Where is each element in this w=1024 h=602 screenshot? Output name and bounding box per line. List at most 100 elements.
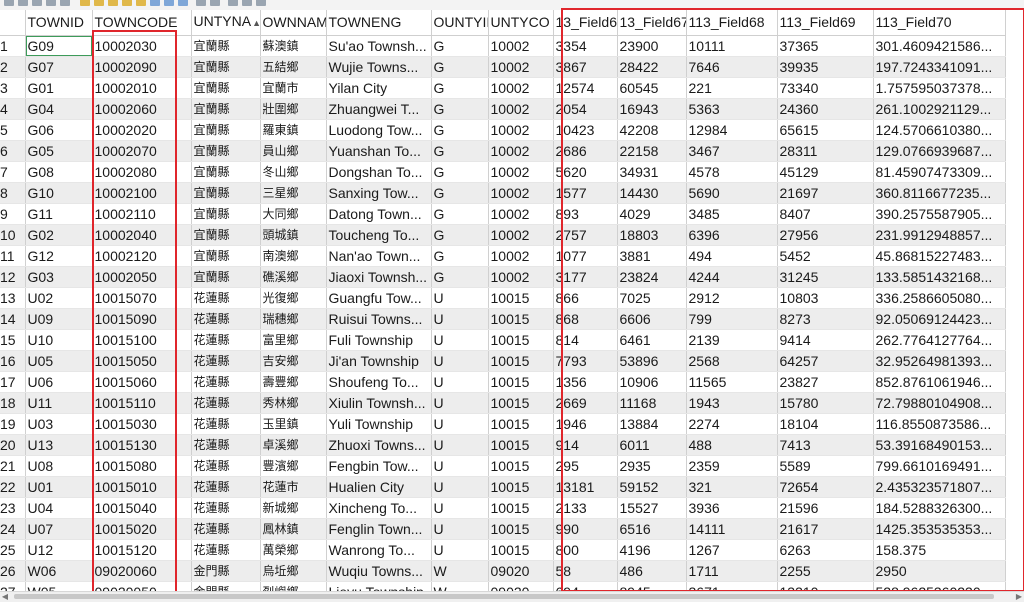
table-row[interactable]: 5 G06 10002020 宜蘭縣 羅東鎮 Luodong Tow... G 10002 10…	[0, 119, 1006, 141]
cell-f69[interactable]: 5452	[777, 245, 874, 267]
table-row[interactable]: 27W0509020050金門縣烈嶼鄉Lieyu TownshipW090206…	[0, 581, 1006, 591]
cell-countycode[interactable]: 10002	[488, 224, 554, 246]
scrollbar-thumb[interactable]	[14, 594, 994, 599]
cell-f70[interactable]: 390.2575587905...	[873, 203, 1006, 225]
cell-f69[interactable]: 15780	[777, 392, 874, 414]
cell-townname[interactable]: 萬榮鄉	[260, 539, 327, 561]
cell-f70[interactable]: 261.1002921129...	[873, 98, 1006, 120]
cell-f68[interactable]: 1711	[686, 560, 778, 582]
cell-countyid[interactable]: G	[431, 245, 489, 267]
cell-towneng[interactable]: Xiulin Townsh...	[326, 392, 432, 414]
cell-townname[interactable]: 礁溪鄉	[260, 266, 327, 288]
cell-f68[interactable]: 4578	[686, 161, 778, 183]
cell-f68[interactable]: 2568	[686, 350, 778, 372]
cell-townid[interactable]: G04	[25, 98, 93, 120]
cell-countycode[interactable]: 10015	[488, 392, 554, 414]
cell-towncode[interactable]: 10015080	[92, 455, 192, 477]
cell-f70[interactable]: 129.0766939687...	[873, 140, 1006, 162]
cell-f68[interactable]: 1943	[686, 392, 778, 414]
cell-f67[interactable]: 16943	[617, 98, 687, 120]
cell-countyname[interactable]: 宜蘭縣	[191, 182, 261, 204]
cell-townid[interactable]: G12	[25, 245, 93, 267]
cell-countyname[interactable]: 花蓮縣	[191, 497, 261, 519]
cell-f70[interactable]: 2.435323571807...	[873, 476, 1006, 498]
cell-countycode[interactable]: 10002	[488, 245, 554, 267]
cell-f69[interactable]: 9414	[777, 329, 874, 351]
cell-f69[interactable]: 27956	[777, 224, 874, 246]
table-row[interactable]: 7 G08 10002080 宜蘭縣 冬山鄉 Dongshan To... G 10002 56…	[0, 161, 1006, 183]
cell-towneng[interactable]: Dongshan To...	[326, 161, 432, 183]
cell-f67[interactable]: 59152	[617, 476, 687, 498]
cell-f69[interactable]: 23827	[777, 371, 874, 393]
column-header-f70[interactable]: 113_Field70	[873, 10, 1006, 36]
column-header-towneng[interactable]: TOWNENG	[326, 10, 432, 36]
cell-countyname[interactable]: 宜蘭縣	[191, 224, 261, 246]
cell-townname[interactable]: 頭城鎮	[260, 224, 327, 246]
cell-countyid[interactable]: G	[431, 203, 489, 225]
cell-towncode[interactable]: 10015130	[92, 434, 192, 456]
cell-f66[interactable]: 990	[553, 518, 618, 540]
cell-townname[interactable]: 豐濱鄉	[260, 455, 327, 477]
cell-townname[interactable]: 瑞穗鄉	[260, 308, 327, 330]
cell-f68[interactable]: 2912	[686, 287, 778, 309]
cell-countycode[interactable]: 10015	[488, 476, 554, 498]
cell-f67[interactable]: 60545	[617, 77, 687, 99]
invert-selection-icon[interactable]	[108, 0, 118, 6]
cell-f69[interactable]: 7413	[777, 434, 874, 456]
cell-towncode[interactable]: 10002110	[92, 203, 192, 225]
cell-towneng[interactable]: Jiaoxi Townsh...	[326, 266, 432, 288]
cell-countyid[interactable]: U	[431, 287, 489, 309]
cell-towneng[interactable]: Wanrong To...	[326, 539, 432, 561]
cell-f68[interactable]: 12984	[686, 119, 778, 141]
table-row[interactable]: 13 U02 10015070 花蓮縣 光復鄉 Guangfu Tow... U 10015 8…	[0, 287, 1006, 309]
cell-towncode[interactable]: 10002030	[92, 35, 192, 57]
cell-f66[interactable]: 1356	[553, 371, 618, 393]
deselect-all-icon[interactable]	[122, 0, 132, 6]
table-row[interactable]: 15 U10 10015100 花蓮縣 富里鄉 Fuli Township U 10015 81…	[0, 329, 1006, 351]
cell-countyid[interactable]: W	[431, 581, 489, 591]
row-number[interactable]: 2	[0, 56, 26, 78]
table-row[interactable]: 24 U07 10015020 花蓮縣 鳳林鎮 Fenglin Town... U 10015…	[0, 518, 1006, 540]
cell-towneng[interactable]: Ruisui Towns...	[326, 308, 432, 330]
cell-townname[interactable]: 吉安鄉	[260, 350, 327, 372]
table-row[interactable]: 20 U13 10015130 花蓮縣 卓溪鄉 Zhuoxi Towns... U 10015…	[0, 434, 1006, 456]
cell-countycode[interactable]: 10015	[488, 518, 554, 540]
cell-f67[interactable]: 6011	[617, 434, 687, 456]
conditional-formatting-icon[interactable]	[242, 0, 252, 6]
cell-countyname[interactable]: 宜蘭縣	[191, 140, 261, 162]
cell-towneng[interactable]: Toucheng To...	[326, 224, 432, 246]
cell-townname[interactable]: 卓溪鄉	[260, 434, 327, 456]
cell-f67[interactable]: 28422	[617, 56, 687, 78]
cell-f67[interactable]: 7025	[617, 287, 687, 309]
cell-countycode[interactable]: 10002	[488, 140, 554, 162]
cell-countyname[interactable]: 花蓮縣	[191, 329, 261, 351]
cell-countyname[interactable]: 花蓮縣	[191, 413, 261, 435]
cell-f67[interactable]: 6606	[617, 308, 687, 330]
cell-f70[interactable]: 528.9625360230...	[873, 581, 1006, 591]
row-number[interactable]: 12	[0, 266, 26, 288]
cell-f69[interactable]: 2255	[777, 560, 874, 582]
cell-townid[interactable]: G11	[25, 203, 93, 225]
table-row[interactable]: 14 U09 10015090 花蓮縣 瑞穗鄉 Ruisui Towns... U 10015…	[0, 308, 1006, 330]
cell-f68[interactable]: 10111	[686, 35, 778, 57]
cell-countyname[interactable]: 宜蘭縣	[191, 119, 261, 141]
row-number[interactable]: 14	[0, 308, 26, 330]
cell-countycode[interactable]: 10015	[488, 497, 554, 519]
cell-towncode[interactable]: 10015100	[92, 329, 192, 351]
cell-f66[interactable]: 295	[553, 455, 618, 477]
cell-f67[interactable]: 4196	[617, 539, 687, 561]
cell-countyid[interactable]: U	[431, 350, 489, 372]
cell-f66[interactable]: 3177	[553, 266, 618, 288]
cell-countycode[interactable]: 10015	[488, 287, 554, 309]
cell-f70[interactable]: 197.7243341091...	[873, 56, 1006, 78]
cell-f67[interactable]: 18803	[617, 224, 687, 246]
cell-townid[interactable]: U04	[25, 497, 93, 519]
cell-f66[interactable]: 694	[553, 581, 618, 591]
cell-countyid[interactable]: G	[431, 182, 489, 204]
cell-countyname[interactable]: 宜蘭縣	[191, 245, 261, 267]
cell-townname[interactable]: 蘇澳鎮	[260, 35, 327, 57]
cell-towneng[interactable]: Ji'an Township	[326, 350, 432, 372]
row-number[interactable]: 16	[0, 350, 26, 372]
cell-countyname[interactable]: 花蓮縣	[191, 287, 261, 309]
add-feature-icon[interactable]	[46, 0, 56, 6]
